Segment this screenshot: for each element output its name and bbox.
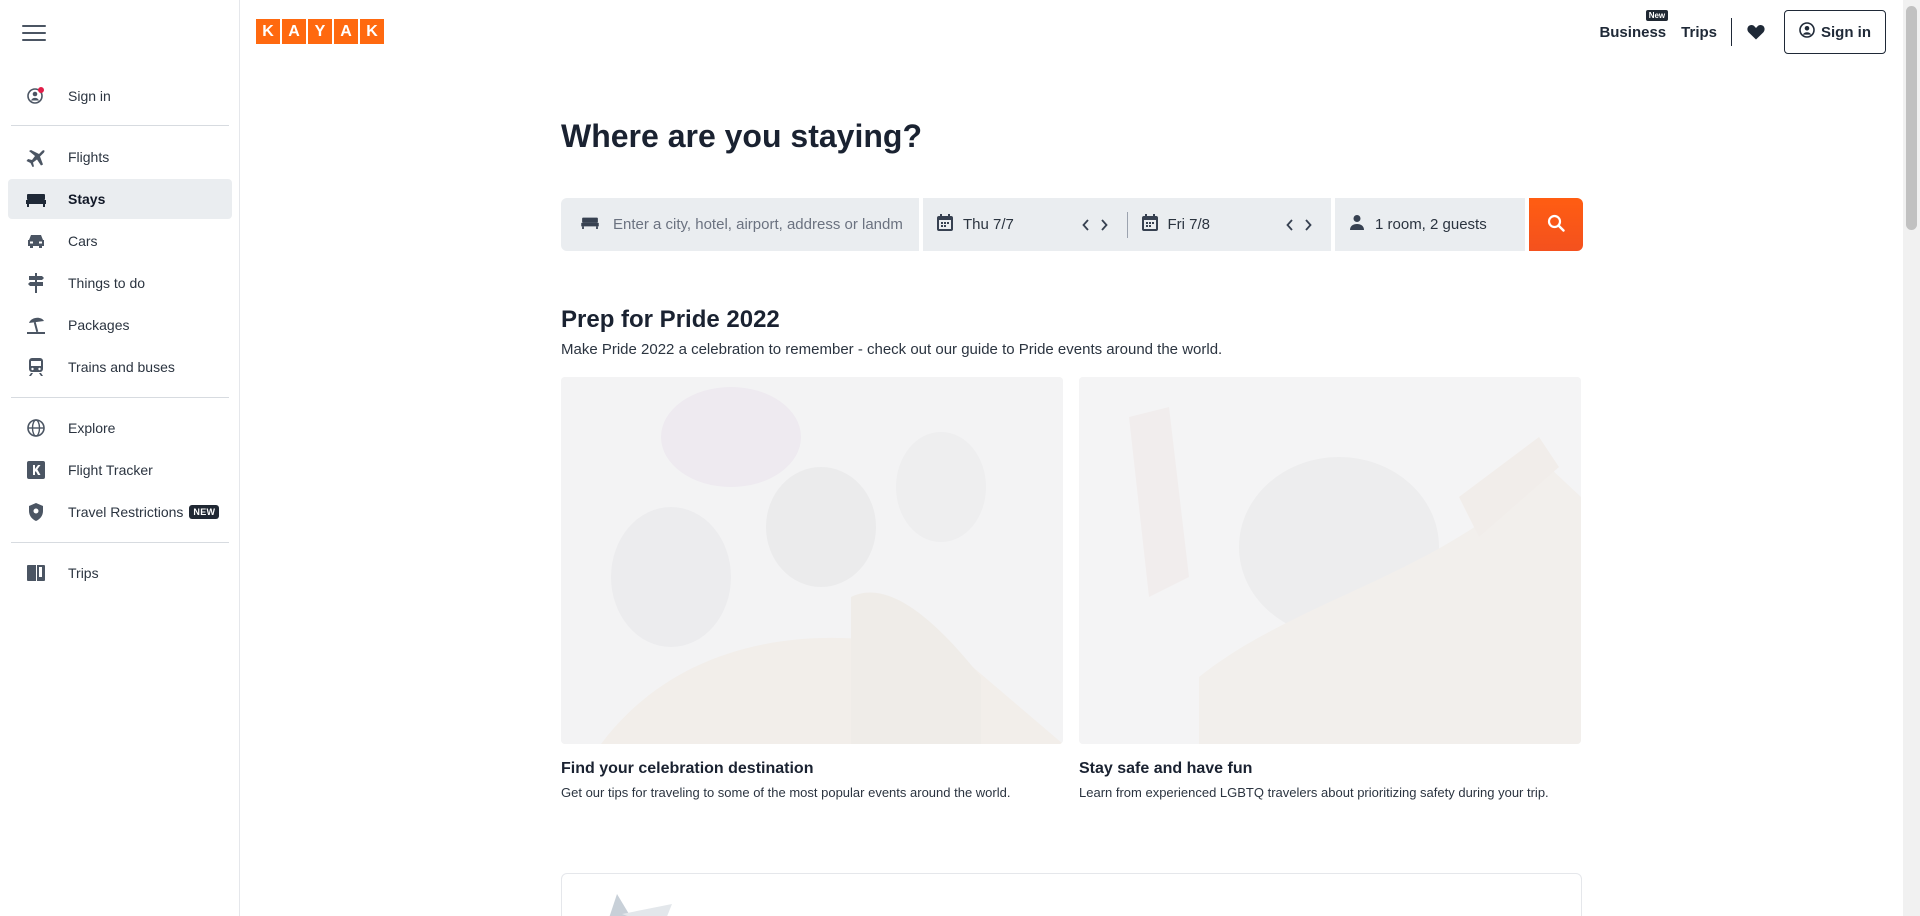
dates-field: Thu 7/7 Fri 7/8 — [923, 198, 1331, 251]
bed-icon — [581, 215, 599, 234]
sidebar-item-label: Cars — [68, 233, 98, 249]
new-badge: NEW — [189, 505, 220, 519]
logo-letter: A — [282, 19, 306, 44]
partial-bottom-card — [561, 873, 1582, 916]
pride-celebration-image — [561, 377, 1063, 744]
sidebar-item-sign-in[interactable]: Sign in — [8, 76, 232, 116]
sidebar-item-label: Things to do — [68, 275, 146, 291]
heart-icon[interactable] — [1746, 22, 1766, 42]
beach-umbrella-icon — [26, 315, 46, 335]
trips-book-icon — [26, 563, 46, 583]
signpost-icon — [26, 273, 46, 293]
logo-letter: K — [360, 19, 384, 44]
pride-safety-image — [1079, 377, 1581, 744]
new-tag: New — [1645, 9, 1669, 21]
kayak-logo[interactable]: K A Y A K — [256, 19, 384, 44]
checkout-date[interactable]: Fri 7/8 — [1141, 213, 1318, 236]
plane-illustration — [609, 894, 672, 916]
kayak-k-icon — [26, 460, 46, 480]
sidebar-item-flights[interactable]: Flights — [8, 137, 232, 177]
promo-card[interactable]: Find your celebration destination Get ou… — [561, 377, 1063, 800]
chevron-left-icon[interactable] — [1281, 216, 1299, 234]
logo-letter: Y — [308, 19, 332, 44]
promo-card[interactable]: Stay safe and have fun Learn from experi… — [1079, 377, 1581, 800]
car-icon — [26, 231, 46, 251]
divider — [11, 542, 229, 543]
sidebar-item-label: Explore — [68, 420, 116, 436]
section-subtitle: Make Pride 2022 a celebration to remembe… — [561, 341, 1223, 358]
section-title: Prep for Pride 2022 — [561, 306, 780, 333]
checkin-date[interactable]: Thu 7/7 — [937, 213, 1113, 236]
user-circle-icon — [1799, 22, 1815, 42]
sidebar-item-packages[interactable]: Packages — [8, 305, 232, 345]
sidebar-item-label: Flights — [68, 149, 110, 165]
bed-icon — [26, 189, 46, 209]
sign-in-label: Sign in — [1821, 23, 1871, 41]
menu-icon[interactable] — [22, 20, 46, 42]
sidebar-item-trips[interactable]: Trips — [8, 553, 232, 593]
sidebar: Sign in Flights Stays Cars Things to do … — [0, 0, 240, 916]
user-circle-icon — [26, 86, 46, 106]
sidebar-item-label: Packages — [68, 317, 130, 333]
sidebar-item-label: Flight Tracker — [68, 462, 153, 478]
divider — [11, 125, 229, 126]
card-description: Get our tips for traveling to some of th… — [561, 785, 1011, 800]
sidebar-item-trains-and-buses[interactable]: Trains and buses — [8, 347, 232, 387]
header-actions: Business New Trips Sign in — [1599, 9, 1886, 54]
train-icon — [26, 357, 46, 377]
divider — [11, 397, 229, 398]
sidebar-item-label: Trips — [68, 565, 99, 581]
sign-in-button[interactable]: Sign in — [1784, 10, 1886, 54]
sidebar-item-things-to-do[interactable]: Things to do — [8, 263, 232, 303]
chevron-left-icon[interactable] — [1077, 216, 1095, 234]
calendar-icon — [937, 213, 953, 236]
destination-field[interactable] — [561, 198, 919, 251]
scrollbar-thumb[interactable] — [1906, 6, 1917, 230]
sidebar-item-travel-restrictions[interactable]: Travel Restrictions NEW — [8, 492, 232, 532]
globe-icon — [26, 418, 46, 438]
sidebar-item-cars[interactable]: Cars — [8, 221, 232, 261]
date-divider — [1126, 211, 1128, 238]
sidebar-item-flight-tracker[interactable]: Flight Tracker — [8, 450, 232, 490]
business-label: Business — [1599, 23, 1667, 41]
calendar-icon — [1141, 213, 1158, 236]
sidebar-item-explore[interactable]: Explore — [8, 408, 232, 448]
sidebar-item-stays[interactable]: Stays — [8, 179, 232, 219]
header-divider — [1731, 18, 1732, 46]
sidebar-item-label: Trains and buses — [68, 359, 175, 375]
guests-value: 1 room, 2 guests — [1375, 216, 1487, 233]
search-button[interactable] — [1529, 198, 1583, 251]
logo-letter: A — [334, 19, 358, 44]
card-title: Find your celebration destination — [561, 760, 814, 777]
chevron-right-icon[interactable] — [1095, 216, 1113, 234]
sidebar-item-label: Sign in — [68, 88, 111, 104]
card-description: Learn from experienced LGBTQ travelers a… — [1079, 785, 1549, 800]
page-scrollbar[interactable] — [1903, 0, 1920, 916]
sidebar-item-label: Travel Restrictions — [68, 504, 184, 520]
checkout-value: Fri 7/8 — [1167, 216, 1211, 233]
destination-input[interactable] — [613, 216, 903, 233]
checkin-value: Thu 7/7 — [963, 216, 1014, 233]
page-title: Where are you staying? — [561, 118, 922, 154]
plane-icon — [26, 147, 46, 167]
trips-link[interactable]: Trips — [1681, 24, 1717, 41]
shield-icon — [26, 502, 46, 522]
search-icon — [1547, 214, 1565, 235]
card-title: Stay safe and have fun — [1079, 760, 1253, 777]
logo-letter: K — [256, 19, 280, 44]
guests-field[interactable]: 1 room, 2 guests — [1335, 198, 1525, 251]
stay-search-form: Thu 7/7 Fri 7/8 1 room, 2 guests — [561, 198, 1583, 251]
person-icon — [1349, 214, 1365, 235]
sidebar-item-label: Stays — [68, 191, 106, 207]
business-link[interactable]: Business New — [1599, 9, 1669, 41]
chevron-right-icon[interactable] — [1299, 216, 1317, 234]
